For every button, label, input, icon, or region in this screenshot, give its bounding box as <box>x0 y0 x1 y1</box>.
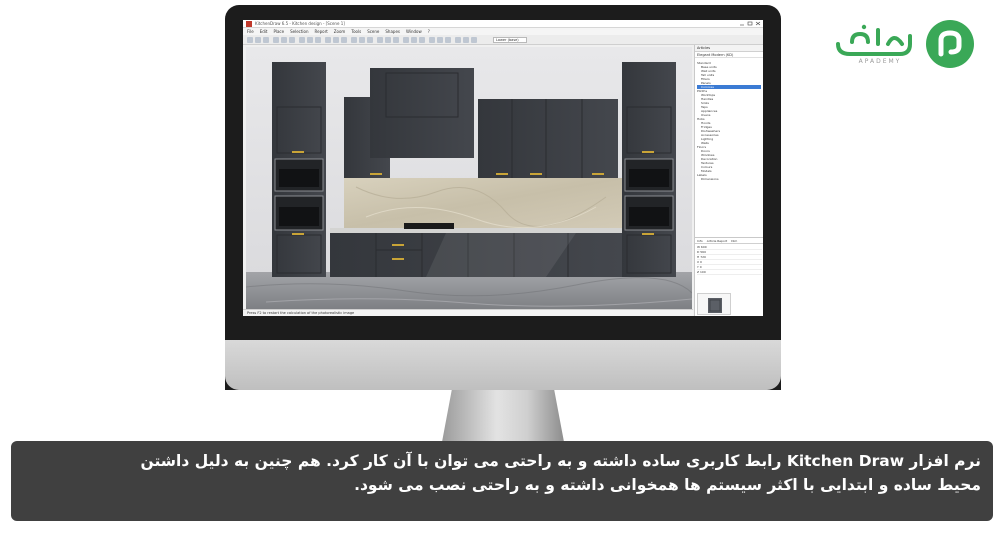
toolbar-button-icon[interactable] <box>367 37 373 43</box>
render-viewport[interactable] <box>246 47 692 309</box>
props-tab[interactable]: Info <box>697 239 703 243</box>
logo-tagline: APADEMY <box>858 58 902 65</box>
logo-badge-icon <box>938 30 962 57</box>
menu-item[interactable]: Place <box>273 29 284 34</box>
toolbar-button-icon[interactable] <box>377 37 383 43</box>
toolbar-button-icon[interactable] <box>419 37 425 43</box>
panel-title: Articles <box>695 45 763 52</box>
toolbar-button-icon[interactable] <box>463 37 469 43</box>
brand-logo: APADEMY <box>834 12 980 72</box>
app-menubar: File Edit Place Selection Report Zoom Tools Sce… <box>243 28 763 35</box>
view-mode-select[interactable]: Lower (base) <box>493 37 527 43</box>
toolbar-button-icon[interactable] <box>411 37 417 43</box>
toolbar-button-icon[interactable] <box>359 37 365 43</box>
cabinet-preview-icon <box>708 298 722 313</box>
monitor-chin <box>225 340 781 390</box>
toolbar-button-icon[interactable] <box>307 37 313 43</box>
logo-wordmark-icon <box>836 24 912 56</box>
toolbar-button-icon[interactable] <box>325 37 331 43</box>
app-toolbar: Lower (base) <box>243 35 763 45</box>
maximize-icon[interactable] <box>747 21 753 26</box>
props-tab[interactable]: Dim <box>731 239 737 243</box>
menu-item[interactable]: Edit <box>260 29 268 34</box>
toolbar-button-icon[interactable] <box>247 37 253 43</box>
toolbar-button-icon[interactable] <box>437 37 443 43</box>
menu-item[interactable]: Selection <box>290 29 308 34</box>
menu-item[interactable]: File <box>247 29 254 34</box>
monitor-stand <box>442 390 564 442</box>
toolbar-button-icon[interactable] <box>299 37 305 43</box>
tree-item[interactable]: Dimensions <box>697 177 761 181</box>
menu-item[interactable]: ? <box>428 29 430 34</box>
menu-item[interactable]: Shapes <box>385 29 400 34</box>
toolbar-button-icon[interactable] <box>273 37 279 43</box>
status-bar: Press F2 to restart the calculation of t… <box>243 309 693 316</box>
toolbar-button-icon[interactable] <box>393 37 399 43</box>
close-icon[interactable] <box>755 21 761 26</box>
toolbar-button-icon[interactable] <box>403 37 409 43</box>
toolbar-button-icon[interactable] <box>429 37 435 43</box>
toolbar-button-icon[interactable] <box>289 37 295 43</box>
toolbar-button-icon[interactable] <box>351 37 357 43</box>
caption-line-1: نرم افزار Kitchen Draw رابط کاربری ساده … <box>140 452 981 470</box>
logo-badge <box>926 20 974 68</box>
toolbar-button-icon[interactable] <box>385 37 391 43</box>
articles-panel: Articles Elegant Modern (KD) Standard Bas… <box>694 45 763 316</box>
toolbar-button-icon[interactable] <box>255 37 261 43</box>
toolbar-button-icon[interactable] <box>315 37 321 43</box>
article-preview <box>697 293 731 315</box>
app-title: KitchenDraw 6.5 - Kitchen design - [Scen… <box>255 21 345 26</box>
toolbar-button-icon[interactable] <box>471 37 477 43</box>
menu-item[interactable]: Tools <box>351 29 361 34</box>
menu-item[interactable]: Zoom <box>334 29 346 34</box>
props-row: Z 100 <box>697 270 762 275</box>
menu-item[interactable]: Window <box>406 29 422 34</box>
properties-panel: Info Article Report Dim W 600 D 560 H 720 X 0… <box>695 237 763 281</box>
caption-line-2: محیط ساده و ابتدایی با اکثر سیستم ها همخ… <box>354 476 981 494</box>
toolbar-button-icon[interactable] <box>281 37 287 43</box>
caption-box: نرم افزار Kitchen Draw رابط کاربری ساده … <box>11 441 993 521</box>
kitchen-render-image <box>246 47 692 309</box>
toolbar-button-icon[interactable] <box>341 37 347 43</box>
catalog-select[interactable]: Elegant Modern (KD) <box>695 52 763 58</box>
menu-item[interactable]: Scene <box>367 29 379 34</box>
minimize-icon[interactable] <box>739 21 745 26</box>
props-tab[interactable]: Article Report <box>707 239 728 243</box>
monitor-screen: KitchenDraw 6.5 - Kitchen design - [Scen… <box>243 20 763 316</box>
app-icon <box>246 21 252 27</box>
menu-item[interactable]: Report <box>315 29 328 34</box>
toolbar-button-icon[interactable] <box>263 37 269 43</box>
toolbar-button-icon[interactable] <box>455 37 461 43</box>
catalog-tree: Standard Base units Wall units Tall units Fi… <box>697 61 761 181</box>
toolbar-button-icon[interactable] <box>445 37 451 43</box>
app-titlebar: KitchenDraw 6.5 - Kitchen design - [Scen… <box>243 20 763 28</box>
toolbar-button-icon[interactable] <box>333 37 339 43</box>
